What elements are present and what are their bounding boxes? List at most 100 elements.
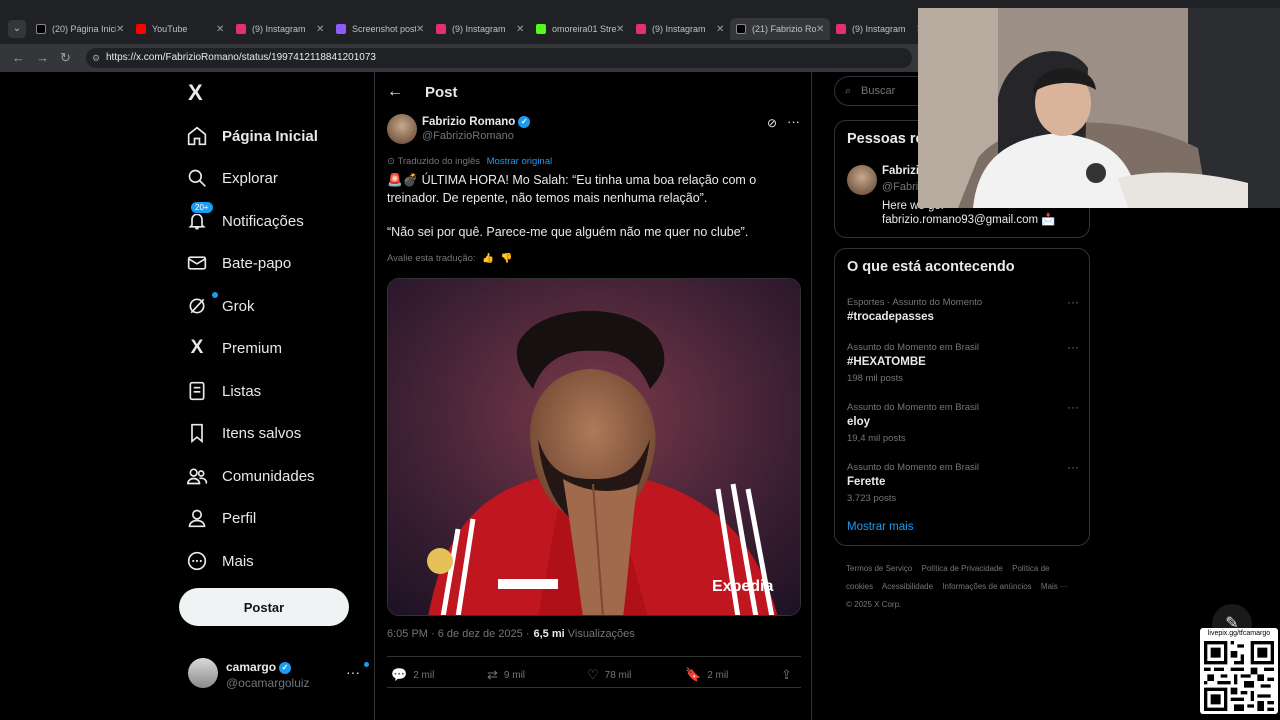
trend-item[interactable]: Esportes · Assunto do Momento #trocadepa…: [847, 295, 1079, 323]
x-premium-icon: X: [190, 337, 204, 358]
thumbs-down-icon[interactable]: 👎: [501, 253, 513, 264]
browser-tab[interactable]: (9) Instagram✕: [230, 18, 330, 40]
account-switcher[interactable]: camargo ✓ @ocamargoluiz ···: [186, 654, 370, 694]
tab-close-icon[interactable]: ✕: [216, 24, 230, 35]
nav-item-bookmarks[interactable]: Itens salvos: [186, 415, 301, 451]
trend-item[interactable]: Assunto do Momento em Brasil eloy 19,4 m…: [847, 400, 1079, 444]
footer-copyright: © 2025 X Corp.: [846, 600, 902, 609]
trend-item[interactable]: Assunto do Momento em Brasil Ferette 3.7…: [847, 460, 1079, 504]
nav-item-explore[interactable]: Explorar: [186, 160, 278, 196]
footer-link[interactable]: Termos de Serviço: [846, 564, 912, 573]
nav-item-label: Perfil: [222, 509, 257, 527]
nav-item-communities[interactable]: Comunidades: [186, 458, 315, 494]
tab-close-icon[interactable]: ✕: [516, 24, 530, 35]
footer-link[interactable]: Informações de anúncios: [942, 582, 1031, 591]
site-info-icon[interactable]: ⚙: [92, 48, 100, 68]
views-label: Visualizações: [567, 628, 635, 640]
trend-context: Assunto do Momento em Brasil: [847, 402, 980, 413]
club-crest: [427, 548, 453, 574]
trend-name: #HEXATOMBE: [847, 356, 926, 368]
bookmark-button[interactable]: 🔖 2 mil: [685, 667, 728, 683]
streamer-webcam-image: [918, 8, 1280, 208]
more-dots-icon[interactable]: ···: [346, 664, 360, 680]
trends-heading: O que está acontecendo: [847, 259, 1015, 275]
forward-arrow-icon[interactable]: →: [36, 50, 49, 65]
tab-close-icon[interactable]: ✕: [816, 24, 830, 35]
trend-item[interactable]: Assunto do Momento em Brasil #HEXATOMBE …: [847, 340, 1079, 384]
more-dots-icon[interactable]: ···: [1067, 295, 1079, 309]
home-icon: [186, 125, 208, 147]
nav-item-lists[interactable]: Listas: [186, 373, 261, 409]
footer-link[interactable]: Política de Privacidade: [921, 564, 1002, 573]
browser-tab[interactable]: (9) Instagram✕: [430, 18, 530, 40]
footer-link[interactable]: Acessibilidade: [882, 582, 933, 591]
tab-favicon-icon: [836, 24, 846, 34]
browser-tab[interactable]: (9) Instagram✕: [630, 18, 730, 40]
repost-button[interactable]: ⇄ 9 mil: [487, 667, 525, 683]
post-button[interactable]: Postar: [179, 588, 349, 626]
back-arrow-icon[interactable]: ←: [387, 83, 403, 101]
grok-notification-dot: [212, 292, 218, 298]
browser-tab[interactable]: (9) Instagram✕: [830, 18, 930, 40]
tab-close-icon[interactable]: ✕: [416, 24, 430, 35]
reply-icon: 💬: [391, 667, 408, 682]
browser-tab-active[interactable]: (21) Fabrizio Romano✕: [730, 18, 830, 40]
nav-item-profile[interactable]: Perfil: [186, 500, 256, 536]
url-field[interactable]: ⚙ https://x.com/FabrizioRomano/status/199…: [86, 48, 912, 68]
person-avatar[interactable]: [847, 165, 877, 195]
trends-card: O que está acontecendo Esportes · Assunt…: [834, 248, 1090, 546]
more-dots-icon[interactable]: ···: [787, 114, 800, 129]
trend-post-count: 3.723 posts: [847, 493, 897, 504]
show-original-link[interactable]: Mostrar original: [487, 156, 552, 167]
nav-item-premium[interactable]: X Premium: [186, 330, 282, 366]
post-text-paragraph: 🚨💣 ÚLTIMA HORA! Mo Salah: “Eu tinha uma …: [387, 173, 757, 205]
nav-item-home[interactable]: Página Inicial: [186, 118, 318, 154]
browser-tab[interactable]: YouTube ✕: [130, 18, 230, 40]
nav-item-label: Mais: [222, 552, 254, 570]
reply-count: 2 mil: [413, 669, 435, 681]
post-header: ← Post: [387, 82, 458, 102]
author-handle[interactable]: @FabrizioRomano: [422, 130, 514, 142]
author-avatar[interactable]: [387, 114, 417, 144]
reply-button[interactable]: 💬 2 mil: [391, 667, 434, 683]
timestamp-text[interactable]: 6:05 PM · 6 de dez de 2025 ·: [387, 628, 529, 640]
more-dots-icon[interactable]: ···: [1067, 340, 1079, 354]
author-name[interactable]: Fabrizio Romano: [422, 116, 515, 128]
account-name: camargo: [226, 660, 277, 674]
back-arrow-icon[interactable]: ←: [12, 50, 25, 65]
like-button[interactable]: ♡ 78 mil: [587, 667, 631, 683]
nav-item-label: Listas: [222, 382, 262, 400]
more-dots-icon[interactable]: ···: [1067, 400, 1079, 414]
trend-post-count: 19,4 mil posts: [847, 433, 906, 444]
post-image[interactable]: Expedia: [387, 278, 801, 616]
nav-item-chat[interactable]: Bate-papo: [186, 245, 291, 281]
translated-label: Traduzido do inglês: [397, 156, 480, 167]
thumbs-up-icon[interactable]: 👍: [482, 253, 494, 264]
browser-tab[interactable]: omoreira01 Stream✕: [530, 18, 630, 40]
browser-tab[interactable]: Screenshot poste ✕: [330, 18, 430, 40]
tab-favicon-icon: [136, 24, 146, 34]
footer-link[interactable]: Mais ···: [1041, 582, 1068, 591]
tab-search-button[interactable]: ⌄: [8, 20, 26, 38]
shirt-sponsor-text: Expedia: [712, 578, 773, 595]
nav-item-more[interactable]: Mais: [186, 543, 254, 579]
tab-close-icon[interactable]: ✕: [616, 24, 630, 35]
grok-explain-icon[interactable]: ⊘: [767, 116, 777, 130]
share-button[interactable]: ⇪: [781, 667, 798, 683]
browser-tab[interactable]: (20) Página Inicial✕: [30, 18, 130, 40]
show-more-link[interactable]: Mostrar mais: [847, 521, 913, 533]
post-author: Fabrizio Romano ✓ @FabrizioRomano ⊘ ···: [387, 114, 801, 146]
x-logo-icon[interactable]: X: [188, 80, 203, 106]
tab-close-icon[interactable]: ✕: [116, 24, 130, 35]
nav-item-notifications[interactable]: 20+ Notificações: [186, 201, 304, 239]
tab-close-icon[interactable]: ✕: [716, 24, 730, 35]
nav-item-grok[interactable]: Grok: [186, 288, 255, 324]
nav-item-label: Itens salvos: [222, 424, 302, 442]
avatar: [188, 658, 218, 688]
nav-item-label: Premium: [222, 339, 283, 357]
tab-close-icon[interactable]: ✕: [316, 24, 330, 35]
more-dots-icon[interactable]: ···: [1067, 460, 1079, 474]
grok-icon: [186, 295, 208, 317]
reload-icon[interactable]: ↻: [60, 50, 71, 66]
webcam-overlay: [918, 8, 1280, 208]
